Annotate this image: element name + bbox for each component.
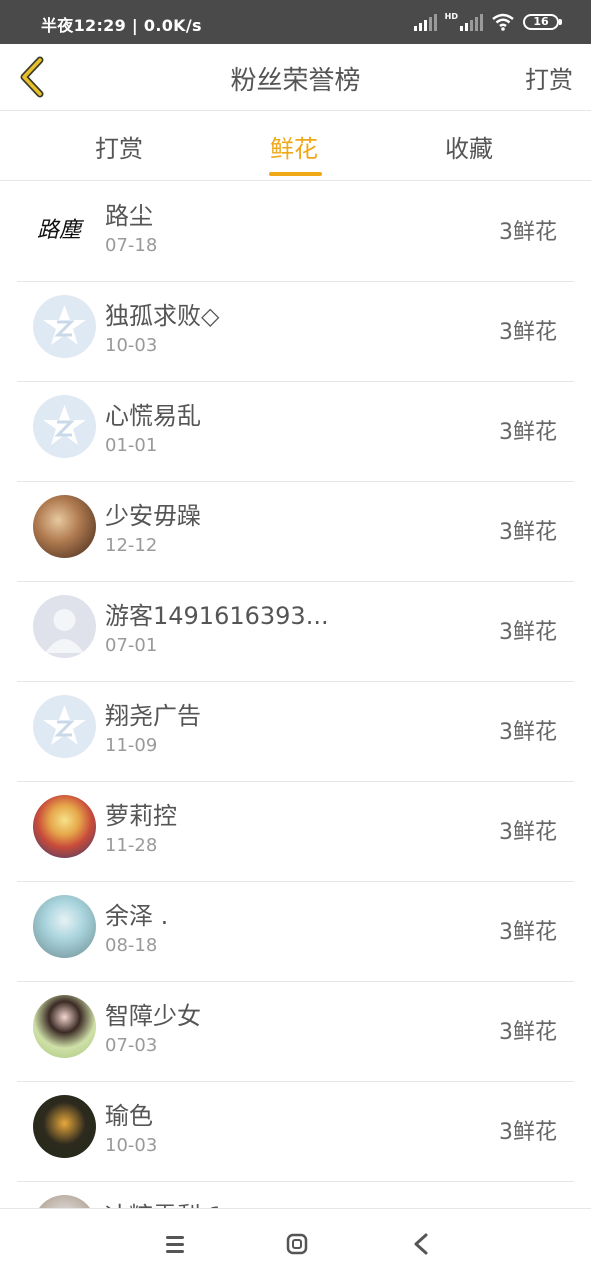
fan-amount: 3鲜花 (499, 820, 557, 845)
fan-name: 游客1491616393... (105, 602, 329, 630)
fan-date: 08-18 (105, 935, 158, 956)
tab-flowers[interactable]: 鲜花 (270, 129, 318, 164)
back-icon (414, 1233, 428, 1255)
fan-date: 10-03 (105, 1135, 158, 1156)
fan-date: 07-01 (105, 635, 158, 656)
fan-date: 12-12 (105, 535, 158, 556)
qq-default-avatar-icon (43, 705, 86, 745)
home-button[interactable] (279, 1229, 315, 1261)
fan-amount: 3鲜花 (499, 320, 557, 345)
fan-name: 心慌易乱 (105, 402, 201, 430)
fan-date: 11-28 (105, 835, 158, 856)
fan-date: 07-03 (105, 1035, 158, 1056)
home-icon (286, 1233, 308, 1255)
fan-amount: 3鲜花 (499, 520, 557, 545)
avatar: 路塵 (33, 195, 96, 258)
fan-amount: 3鲜花 (499, 920, 557, 945)
tab-favorites[interactable]: 收藏 (445, 129, 493, 164)
status-bar: 半夜12:29 | 0.0K/s HD 16 (0, 0, 591, 44)
fan-name: 瑜色 (105, 1102, 153, 1130)
status-icons: HD 16 (413, 11, 562, 31)
fan-date: 10-03 (105, 335, 158, 356)
avatar-calligraphy-text: 路塵 (37, 218, 85, 243)
avatar (33, 595, 96, 658)
signal-icon (413, 13, 437, 31)
menu-icon (166, 1236, 184, 1253)
fan-amount: 3鲜花 (499, 620, 557, 645)
tab-bar: 打赏 鲜花 收藏 (0, 111, 591, 181)
guest-silhouette-icon (45, 609, 84, 653)
fan-amount: 3鲜花 (499, 720, 557, 745)
list-item[interactable]: 游客1491616393... 07-01 3鲜花 (0, 582, 591, 682)
fan-name: 独孤求败◇ (105, 302, 220, 330)
network-type-label: HD (444, 11, 458, 21)
fan-amount: 3鲜花 (499, 1020, 557, 1045)
avatar (33, 295, 96, 358)
reward-button[interactable]: 打赏 (525, 60, 573, 95)
avatar (33, 1095, 96, 1158)
fan-amount: 3鲜花 (499, 220, 557, 245)
status-time: 半夜12:29 | 0.0K/s (41, 16, 202, 35)
qq-default-avatar-icon (43, 305, 86, 345)
fan-date: 11-09 (105, 735, 158, 756)
avatar (33, 695, 96, 758)
avatar (33, 495, 96, 558)
system-nav-bar (0, 1208, 591, 1280)
fan-list: 路塵 路尘 07-18 3鲜花 独孤求败◇ 10-03 3鲜花 心慌易乱 01-… (0, 182, 591, 1212)
fan-name: 少安毋躁 (105, 502, 201, 530)
list-item[interactable]: 余泽 . 08-18 3鲜花 (0, 882, 591, 982)
avatar (33, 795, 96, 858)
list-item[interactable]: 少安毋躁 12-12 3鲜花 (0, 482, 591, 582)
fan-name: 路尘 (105, 202, 153, 230)
fan-name: 萝莉控 (105, 802, 177, 830)
fan-name: 翔尧广告 (105, 702, 201, 730)
list-item[interactable]: 瑜色 10-03 3鲜花 (0, 1082, 591, 1182)
avatar (33, 395, 96, 458)
wifi-icon (492, 13, 514, 31)
fan-date: 01-01 (105, 435, 158, 456)
avatar (33, 895, 96, 958)
recent-apps-button[interactable] (157, 1229, 193, 1261)
list-item[interactable]: 翔尧广告 11-09 3鲜花 (0, 682, 591, 782)
battery-icon: 16 (523, 14, 562, 30)
list-item[interactable]: 独孤求败◇ 10-03 3鲜花 (0, 282, 591, 382)
list-item[interactable]: 路塵 路尘 07-18 3鲜花 (0, 182, 591, 282)
list-item[interactable]: 萝莉控 11-28 3鲜花 (0, 782, 591, 882)
system-back-button[interactable] (404, 1229, 440, 1261)
list-item[interactable]: 智障少女 07-03 3鲜花 (0, 982, 591, 1082)
fan-amount: 3鲜花 (499, 1120, 557, 1145)
qq-default-avatar-icon (43, 405, 86, 445)
tab-reward[interactable]: 打赏 (95, 129, 143, 164)
active-tab-indicator (269, 172, 322, 176)
signal-icon-2 (460, 13, 483, 31)
fan-date: 07-18 (105, 235, 158, 256)
page-title: 粉丝荣誉榜 (230, 66, 361, 96)
nav-bar: 粉丝荣誉榜 打赏 (0, 44, 591, 111)
fan-name: 余泽 . (105, 902, 169, 930)
fan-amount: 3鲜花 (499, 420, 557, 445)
list-item[interactable]: 心慌易乱 01-01 3鲜花 (0, 382, 591, 482)
avatar (33, 995, 96, 1058)
fan-name: 智障少女 (105, 1002, 201, 1030)
